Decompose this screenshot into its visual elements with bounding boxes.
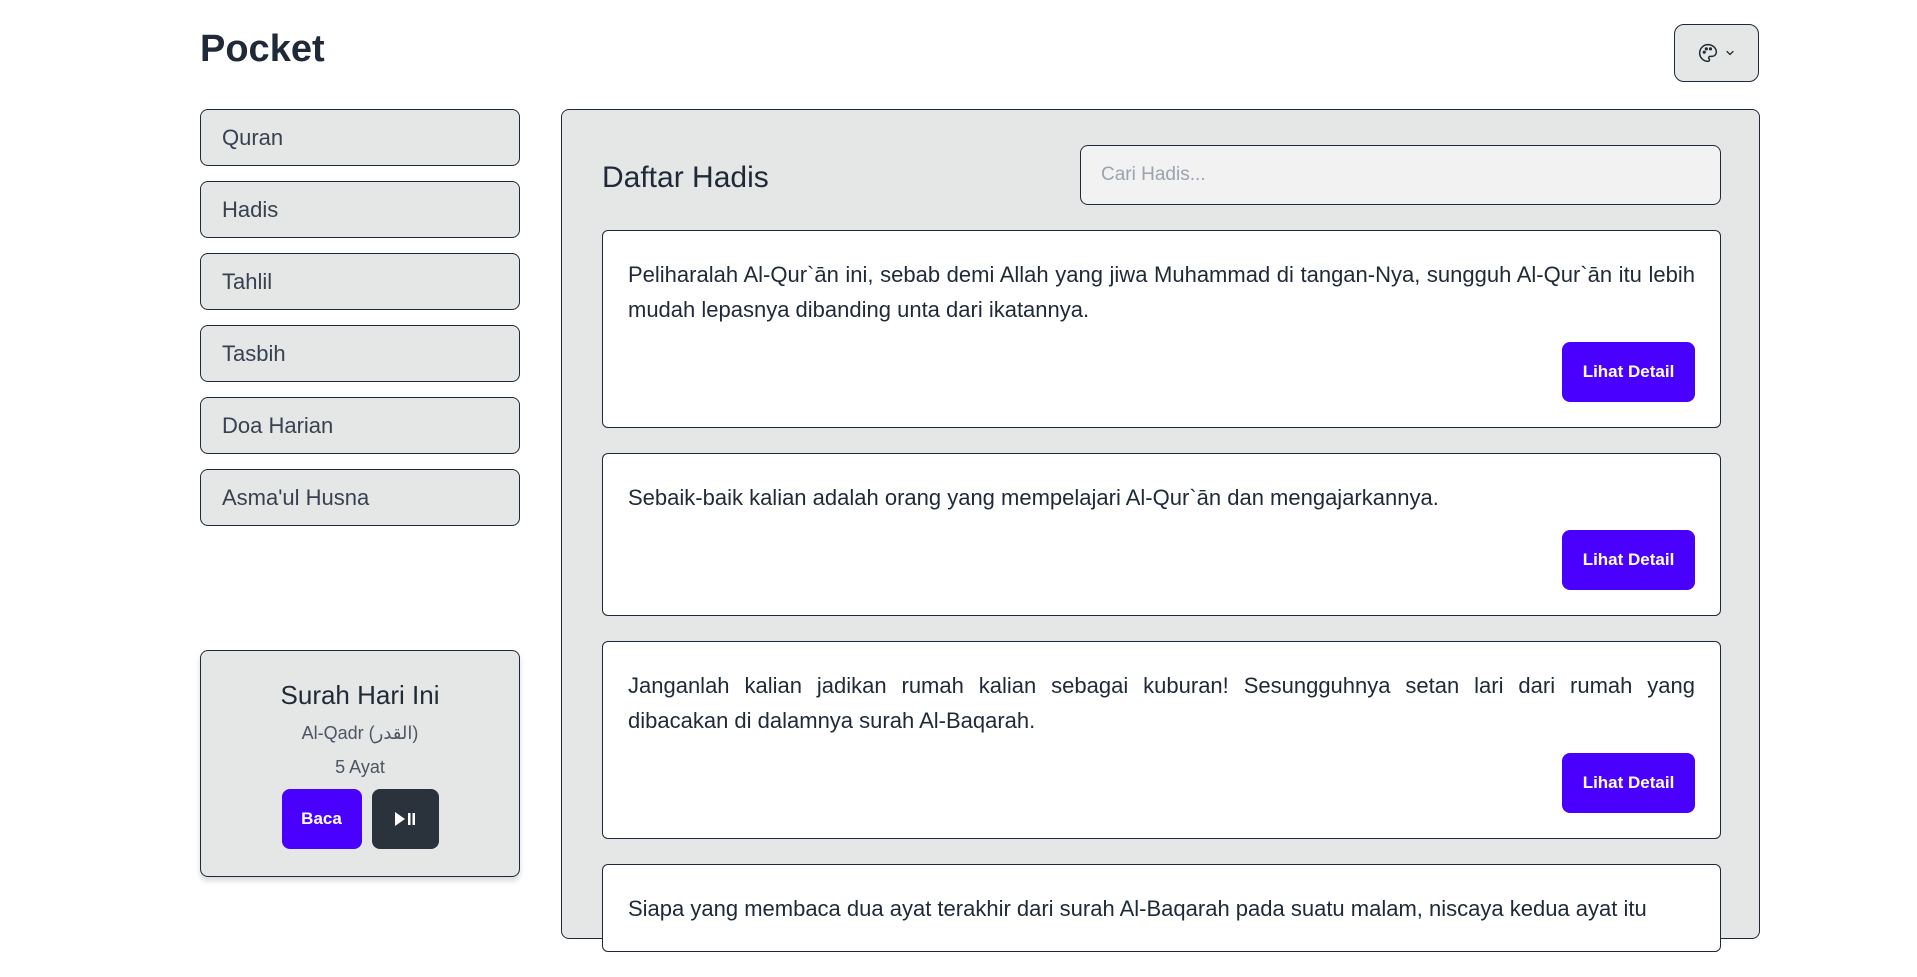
palette-icon (1698, 43, 1717, 63)
hadis-card: Siapa yang membaca dua ayat terakhir dar… (602, 864, 1721, 952)
search-input[interactable] (1080, 145, 1721, 205)
sidebar-item-label: Asma'ul Husna (222, 484, 370, 510)
play-pause-icon (395, 812, 415, 826)
hadis-list: Peliharalah Al-Qur`ān ini, sebab demi Al… (602, 230, 1721, 977)
sidebar-item-quran[interactable]: Quran (200, 109, 520, 166)
play-pause-button[interactable] (371, 789, 439, 849)
sidebar-item-label: Tasbih (222, 340, 286, 366)
read-button[interactable]: Baca (281, 789, 362, 849)
sidebar-item-doa-harian[interactable]: Doa Harian (200, 397, 520, 454)
sidebar-item-label: Tahlil (222, 268, 273, 294)
sidebar-item-tasbih[interactable]: Tasbih (200, 325, 520, 382)
hadis-panel: Daftar Hadis Peliharalah Al-Qur`ān ini, … (561, 109, 1760, 952)
view-detail-button[interactable]: Lihat Detail (1562, 530, 1695, 590)
sidebar-item-label: Hadis (222, 196, 279, 222)
app-title: Pocket (200, 28, 325, 70)
sidebar-item-tahlil[interactable]: Tahlil (200, 253, 520, 310)
hadis-text: Janganlah kalian jadikan rumah kalian se… (628, 673, 1695, 733)
page-title: Daftar Hadis (602, 161, 769, 194)
surah-today-card: Surah Hari Ini Al-Qadr (القدر) 5 Ayat Ba… (200, 650, 520, 877)
surah-actions: Baca (201, 789, 519, 849)
chevron-down-icon (1725, 50, 1734, 56)
sidebar-item-hadis[interactable]: Hadis (200, 181, 520, 238)
sidebar-item-asmaul-husna[interactable]: Asma'ul Husna (200, 469, 520, 526)
surah-today-title: Surah Hari Ini (280, 680, 440, 710)
hadis-card: Peliharalah Al-Qur`ān ini, sebab demi Al… (602, 230, 1721, 428)
sidebar-item-label: Quran (222, 124, 284, 150)
theme-selector-button[interactable] (1674, 24, 1759, 82)
hadis-card: Janganlah kalian jadikan rumah kalian se… (602, 641, 1721, 839)
view-detail-button[interactable]: Lihat Detail (1562, 753, 1695, 813)
hadis-text: Peliharalah Al-Qur`ān ini, sebab demi Al… (628, 262, 1695, 322)
surah-name: Al-Qadr (القدر) (301, 723, 419, 743)
sidebar-item-label: Doa Harian (222, 412, 334, 438)
hadis-card: Sebaik-baik kalian adalah orang yang mem… (602, 453, 1721, 616)
hadis-text: Sebaik-baik kalian adalah orang yang mem… (628, 485, 1439, 510)
view-detail-button[interactable]: Lihat Detail (1562, 342, 1695, 402)
surah-ayat-count: 5 Ayat (335, 757, 385, 777)
sidebar-nav: Quran Hadis Tahlil Tasbih Doa Harian Asm… (200, 109, 520, 541)
